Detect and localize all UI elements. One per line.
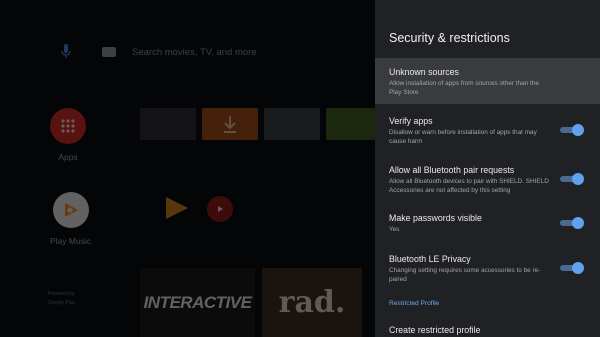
- download-icon: [224, 116, 236, 133]
- promo-rad[interactable]: rad.: [262, 268, 362, 337]
- search-row: Search movies, TV, and more: [58, 42, 257, 62]
- apps-tile[interactable]: Apps: [50, 108, 86, 162]
- promo-interactive[interactable]: INTERACTIVE: [140, 268, 255, 337]
- app-card-1[interactable]: [140, 108, 196, 140]
- setting-verify-apps[interactable]: Verify apps Disallow or warn before inst…: [375, 115, 600, 146]
- bluetooth-pair-toggle[interactable]: [560, 173, 584, 185]
- panel-title: Security & restrictions: [389, 31, 510, 45]
- security-settings-panel: Security & restrictions Unknown sources …: [375, 0, 600, 337]
- apps-grid-icon: [50, 108, 86, 144]
- keyboard-icon[interactable]: [102, 47, 116, 57]
- microphone-icon[interactable]: [58, 42, 74, 62]
- play-music-icon: [52, 192, 89, 228]
- setting-unknown-sources[interactable]: Unknown sources Allow installation of ap…: [375, 58, 600, 104]
- vendor-text: Powered by Google Play: [48, 291, 76, 306]
- setting-create-restricted-profile[interactable]: Create restricted profile: [375, 324, 600, 336]
- app-card-play-store[interactable]: [264, 108, 320, 140]
- play-music-label: Play Music: [50, 236, 92, 246]
- play-music-tile[interactable]: Play Music: [50, 192, 91, 246]
- youtube-music-icon[interactable]: [207, 196, 233, 222]
- bluetooth-le-privacy-toggle[interactable]: [560, 262, 584, 274]
- launcher-background: Search movies, TV, and more Apps Play Mu…: [0, 0, 375, 337]
- apps-label: Apps: [58, 152, 78, 162]
- passwords-visible-toggle[interactable]: [560, 217, 584, 229]
- setting-bluetooth-pair-requests[interactable]: Allow all Bluetooth pair requests Allow …: [375, 164, 600, 195]
- search-hint[interactable]: Search movies, TV, and more: [132, 47, 257, 58]
- verify-apps-toggle[interactable]: [560, 124, 584, 136]
- section-restricted-profile: Restricted Profile: [389, 300, 440, 307]
- setting-make-passwords-visible[interactable]: Make passwords visible Yes: [375, 212, 600, 235]
- app-card-nvidia[interactable]: [326, 108, 375, 140]
- setting-bluetooth-le-privacy[interactable]: Bluetooth LE Privacy Changing setting re…: [375, 253, 600, 284]
- google-play-games-icon[interactable]: [162, 193, 192, 228]
- app-card-downloader[interactable]: [202, 108, 258, 140]
